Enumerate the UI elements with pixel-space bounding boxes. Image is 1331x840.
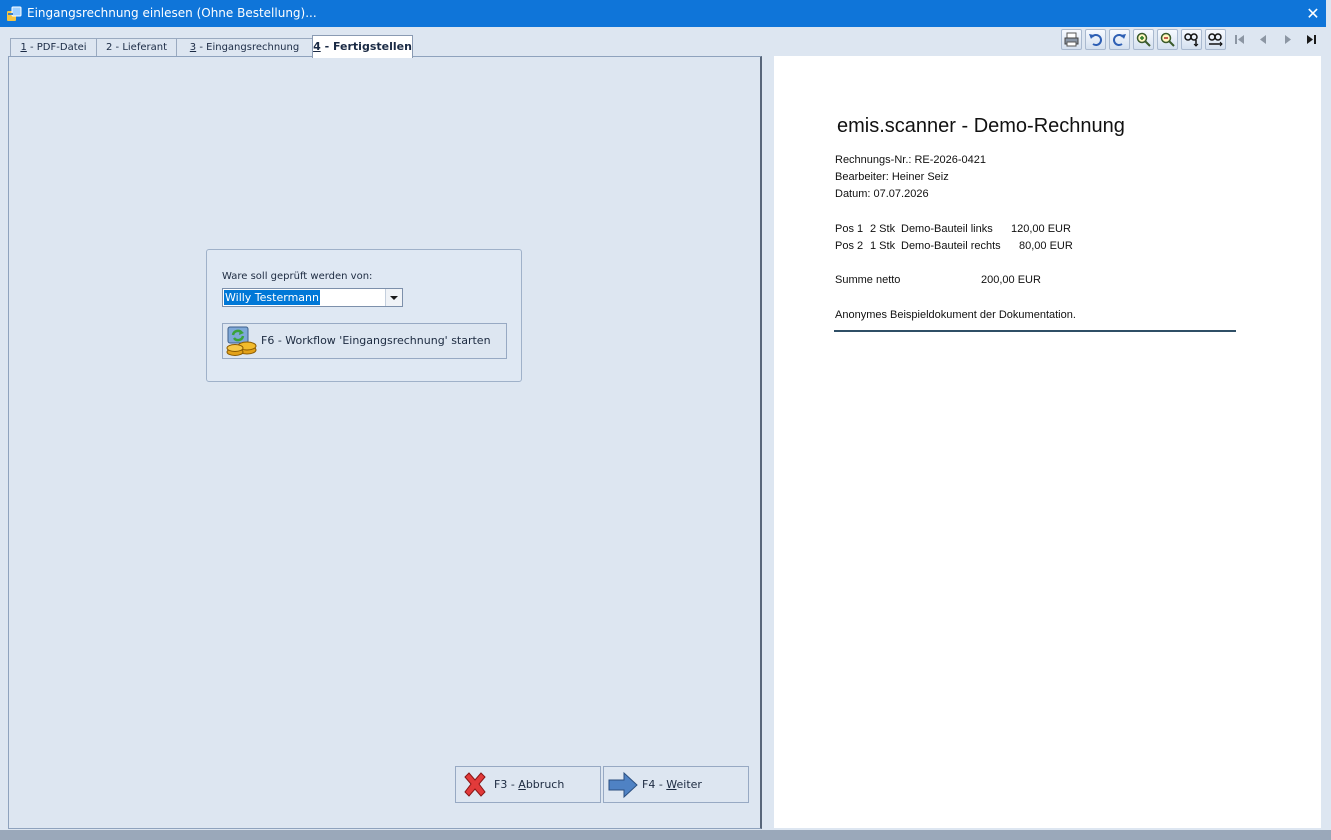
position-number: Pos 2	[835, 240, 864, 252]
finish-panel: Ware soll geprüft werden von: Willy Test…	[8, 56, 762, 829]
dialog-window: Eingangsrechnung einlesen (Ohne Bestellu…	[0, 0, 1331, 840]
fit-width-button[interactable]	[1181, 29, 1202, 50]
invoice-number: Rechnungs-Nr.: RE-2026-0421	[835, 154, 987, 166]
document-preview[interactable]: emis.scanner - Demo-Rechnung Rechnungs-N…	[774, 56, 1321, 828]
preview-toolbar	[1061, 29, 1325, 51]
zoom-in-icon	[1136, 32, 1151, 47]
tab-label: - Fertigstellen	[320, 40, 412, 53]
next-label: F4 - Weiter	[642, 778, 702, 791]
tab-lieferant[interactable]: 2 - Lieferant	[96, 38, 177, 57]
workflow-groupbox: Ware soll geprüft werden von: Willy Test…	[206, 249, 522, 382]
first-page-button[interactable]	[1229, 29, 1250, 50]
position-description: Demo-Bauteil links	[901, 223, 993, 235]
position-amount: 80,00 EUR	[1019, 240, 1073, 252]
rotate-left-icon	[1089, 34, 1102, 46]
rotate-right-icon	[1113, 34, 1126, 46]
fit-page-button[interactable]	[1205, 29, 1226, 50]
document-divider	[834, 330, 1236, 332]
tab-eingangsrechnung[interactable]: 3 - Eingangsrechnung	[176, 38, 313, 57]
invoice-date: Datum: 07.07.2026	[835, 188, 929, 200]
print-button[interactable]	[1061, 29, 1082, 50]
tab-label: - Eingangsrechnung	[196, 42, 300, 53]
window-edge	[1326, 0, 1331, 840]
zoom-out-icon	[1160, 32, 1175, 47]
cancel-label: F3 - Abbruch	[494, 778, 565, 791]
cancel-x-icon	[460, 770, 490, 800]
desktop-background	[0, 830, 1331, 840]
start-workflow-label: F6 - Workflow 'Eingangsrechnung' starten	[261, 334, 491, 347]
position-amount: 120,00 EUR	[1011, 223, 1071, 235]
chevron-down-icon[interactable]	[385, 289, 402, 306]
rotate-left-button[interactable]	[1085, 29, 1106, 50]
document-title: emis.scanner - Demo-Rechnung	[837, 115, 1125, 137]
checker-selected-value: Willy Testermann	[224, 290, 320, 305]
next-button[interactable]: F4 - Weiter	[603, 766, 749, 803]
zoom-out-button[interactable]	[1157, 29, 1178, 50]
previous-page-icon	[1260, 35, 1266, 44]
next-page-icon	[1285, 35, 1291, 44]
zoom-in-button[interactable]	[1133, 29, 1154, 50]
app-icon	[6, 6, 22, 22]
fit-page-icon	[1208, 33, 1223, 47]
previous-page-button[interactable]	[1253, 29, 1274, 50]
start-workflow-button[interactable]: F6 - Workflow 'Eingangsrechnung' starten	[222, 323, 507, 359]
title-bar[interactable]: Eingangsrechnung einlesen (Ohne Bestellu…	[0, 0, 1331, 27]
cancel-button[interactable]: F3 - Abbruch	[455, 766, 601, 803]
arrow-right-icon	[608, 770, 638, 800]
close-icon[interactable]: ✕	[1303, 4, 1323, 24]
position-quantity: 1 Stk	[870, 240, 896, 252]
tab-fertigstellen[interactable]: 4 - Fertigstellen	[312, 35, 413, 58]
rotate-right-button[interactable]	[1109, 29, 1130, 50]
next-page-button[interactable]	[1277, 29, 1298, 50]
sum-value: 200,00 EUR	[981, 274, 1041, 286]
sum-label: Summe netto	[835, 274, 901, 286]
checker-combobox[interactable]: Willy Testermann	[222, 288, 403, 307]
tab-label: - PDF-Datei	[26, 42, 87, 53]
checker-label: Ware soll geprüft werden von:	[222, 271, 373, 282]
tab-label: - Lieferant	[112, 42, 167, 53]
tab-pdf-datei[interactable]: 1 - PDF-Datei	[10, 38, 97, 57]
document-note: Anonymes Beispieldokument der Dokumentat…	[835, 309, 1076, 321]
tab-key: 4	[313, 40, 321, 53]
window-title: Eingangsrechnung einlesen (Ohne Bestellu…	[27, 6, 317, 20]
position-number: Pos 1	[835, 223, 864, 235]
invoice-editor: Bearbeiter: Heiner Seiz	[835, 171, 949, 183]
workflow-coins-icon	[225, 325, 259, 357]
first-page-icon	[1235, 35, 1244, 44]
position-quantity: 2 Stk	[870, 223, 896, 235]
print-icon	[1064, 32, 1079, 47]
last-page-icon	[1307, 35, 1316, 44]
position-description: Demo-Bauteil rechts	[901, 240, 1001, 252]
last-page-button[interactable]	[1301, 29, 1322, 50]
fit-width-icon	[1184, 33, 1199, 47]
